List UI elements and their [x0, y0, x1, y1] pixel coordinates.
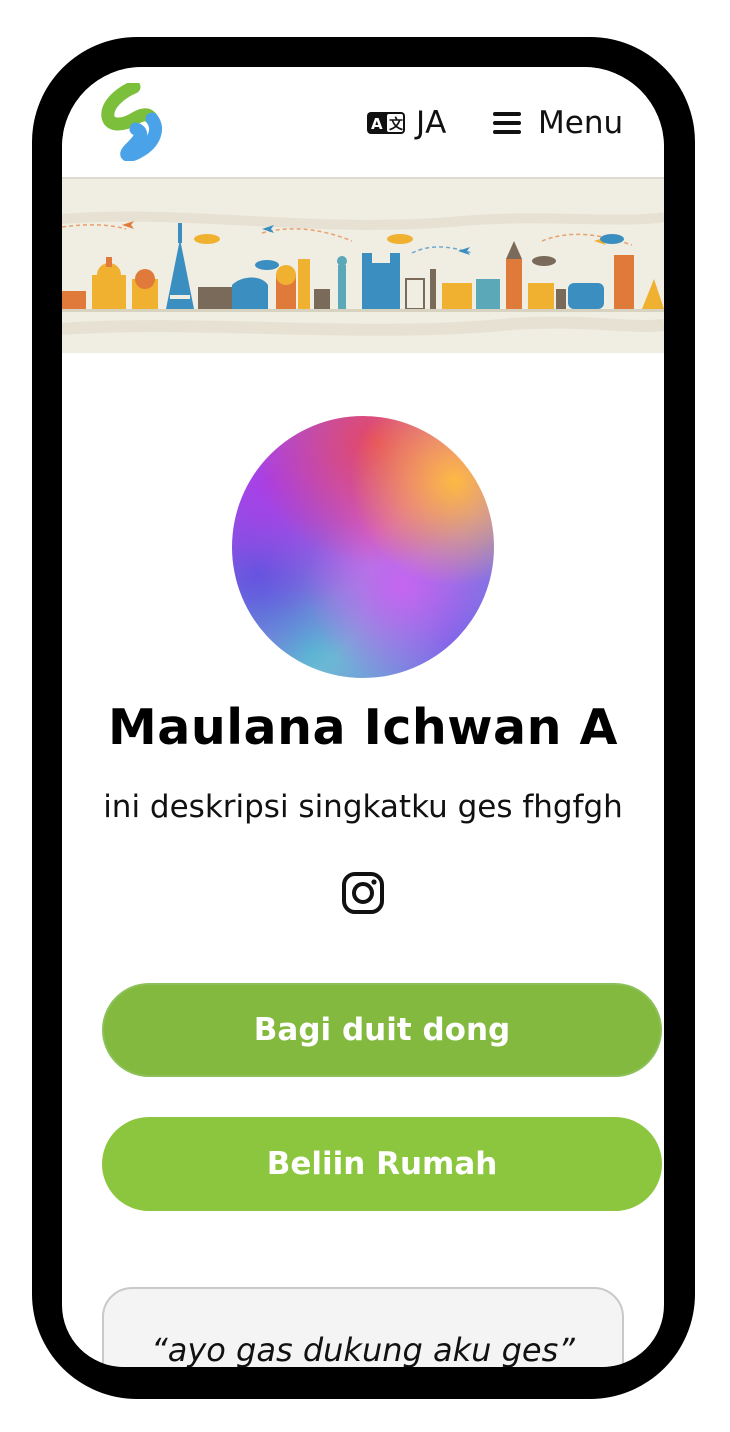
instagram-icon[interactable] — [341, 871, 385, 915]
menu-button[interactable]: Menu — [492, 105, 623, 141]
app-logo[interactable] — [100, 83, 166, 161]
svg-text:文: 文 — [389, 116, 404, 133]
cover-banner-image — [62, 179, 664, 353]
language-label: JA — [416, 105, 447, 141]
svg-text:A: A — [371, 115, 383, 133]
hamburger-icon — [493, 112, 521, 134]
profile-avatar — [232, 416, 494, 678]
profile-name: Maulana Ichwan A — [108, 699, 618, 756]
menu-label: Menu — [538, 105, 624, 141]
top-navbar: A 文 JA Menu — [62, 67, 664, 179]
support-button-beliin-rumah[interactable]: Beliin Rumah — [102, 1117, 662, 1211]
quote-text: “ayo gas dukung aku ges” — [151, 1331, 575, 1367]
profile-description: ini deskripsi singkatku ges fhgfgh — [103, 789, 623, 825]
support-button-bagi-duit[interactable]: Bagi duit dong — [102, 983, 662, 1077]
translate-icon: A 文 — [367, 112, 405, 134]
quote-card: “ayo gas dukung aku ges” — [102, 1287, 624, 1367]
language-switcher[interactable]: A 文 JA — [366, 105, 447, 141]
phone-screen: A 文 JA Menu Maulana Ichwan A ini deskrip… — [62, 67, 664, 1367]
